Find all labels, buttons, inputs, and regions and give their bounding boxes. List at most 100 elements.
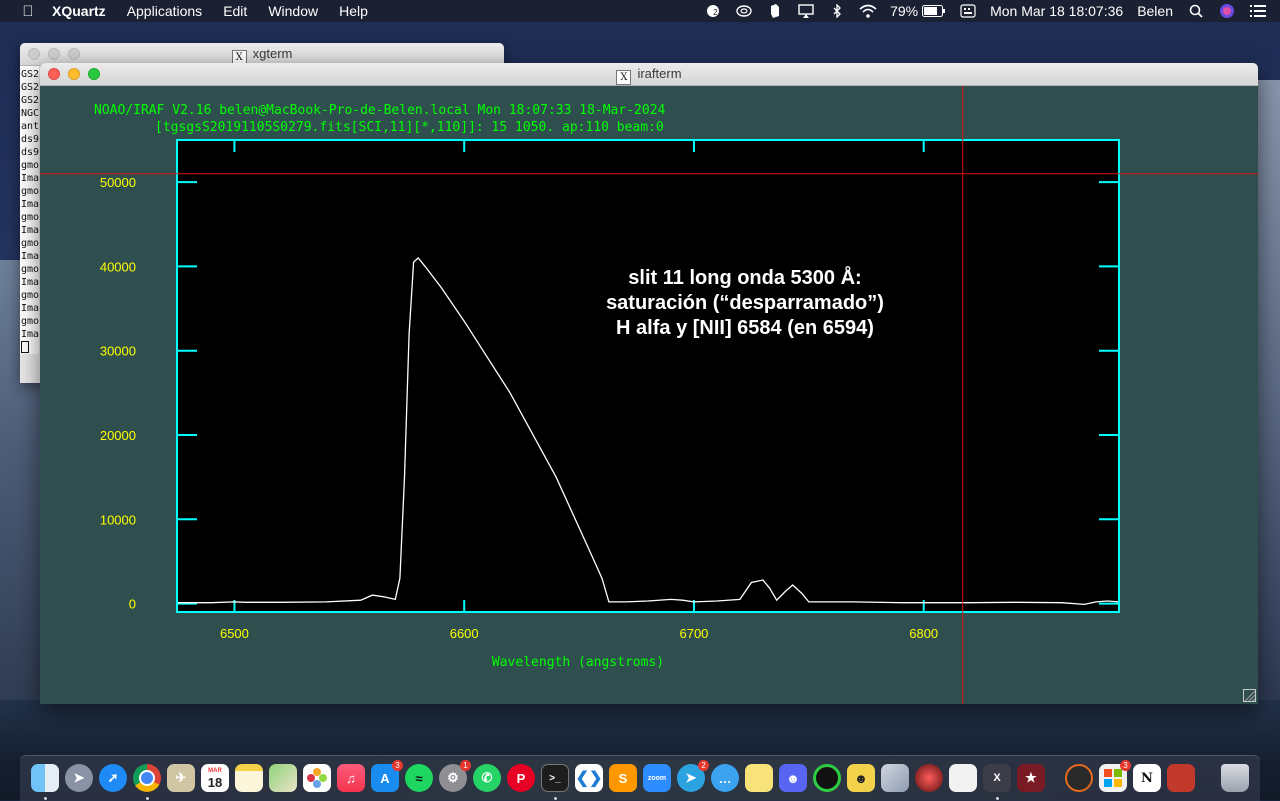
siri-icon[interactable] [1218, 3, 1236, 19]
notes-icon[interactable] [235, 764, 263, 792]
telescope-app-icon[interactable]: ★ [1017, 764, 1045, 792]
menu-edit[interactable]: Edit [223, 3, 247, 19]
whatsapp-icon[interactable]: ✆ [473, 764, 501, 792]
galaxy-app-icon[interactable] [915, 764, 943, 792]
maps-icon[interactable] [269, 764, 297, 792]
terminal-line: gmo [21, 264, 39, 275]
battery-icon[interactable] [922, 3, 946, 19]
menubar-user[interactable]: Belen [1137, 3, 1173, 19]
telegram-badge: 2 [698, 760, 709, 771]
terminal-line: Ima [21, 173, 39, 184]
irafterm-title: Xirafterm [40, 63, 1258, 85]
safari-icon[interactable]: ➚ [99, 764, 127, 792]
calendar-month: MAR [208, 767, 222, 774]
menu-applications[interactable]: Applications [127, 3, 203, 19]
messages-icon[interactable]: … [711, 764, 739, 792]
menubar-clock[interactable]: Mon Mar 18 18:07:36 [990, 3, 1123, 19]
y-tick-label: 50000 [100, 175, 136, 190]
notification-center-icon[interactable] [1249, 3, 1267, 19]
app-store-badge: 3 [392, 760, 403, 771]
notion-icon[interactable]: N [1133, 764, 1161, 792]
annotation-line-1: slit 11 long onda 5300 Å: [628, 265, 861, 289]
terminal-line: gmo [21, 212, 39, 223]
evernote-icon[interactable] [766, 3, 784, 19]
cat-app-icon[interactable]: ☻ [847, 764, 875, 792]
stickies-icon[interactable] [745, 764, 773, 792]
iraf-header-line-2: [tgsgsS20191105S0279.fits[SCI,11][*,110]… [155, 120, 664, 135]
battery-percent: 79% [890, 3, 919, 19]
spotify-icon[interactable]: ≈ [405, 764, 433, 792]
zoom-icon[interactable]: zoom [643, 764, 671, 792]
music-icon[interactable]: ♫ [337, 764, 365, 792]
terminal-line: Ima [21, 303, 39, 314]
trash-icon[interactable] [1221, 764, 1249, 792]
sublime-text-icon[interactable]: S [609, 764, 637, 792]
wifi-icon[interactable] [859, 3, 877, 19]
creative-cloud-badge: 2 [713, 8, 718, 17]
bluetooth-icon[interactable] [828, 3, 846, 19]
ds9-icon[interactable] [813, 764, 841, 792]
spotlight-search-icon[interactable] [1187, 3, 1205, 19]
plot-area[interactable] [177, 140, 1119, 612]
iraf-header-line-1: NOAO/IRAF V2.16 belen@MacBook-Pro-de-Bel… [94, 103, 666, 118]
y-tick-label: 20000 [100, 428, 136, 443]
terminal-line: Ima [21, 199, 39, 210]
terminal-line: GS2 [21, 82, 39, 93]
annotation-line-2: saturación (“desparramado”) [606, 292, 884, 314]
terminal-cursor-line [21, 341, 39, 354]
finder-icon[interactable] [31, 764, 59, 792]
pinterest-badge: 1 [460, 760, 471, 771]
terminal-line: GS2 [21, 95, 39, 106]
y-tick-labels: 0 10000 20000 30000 40000 50000 [100, 175, 136, 611]
terminal-line: gmo [21, 186, 39, 197]
chrome-icon[interactable] [133, 764, 161, 792]
menu-window[interactable]: Window [268, 3, 318, 19]
mail-icon[interactable]: ✈ [167, 764, 195, 792]
microsoft-badge: 3 [1120, 760, 1131, 771]
x-tick-label: 6800 [909, 626, 938, 641]
irafterm-window[interactable]: Xirafterm NOAO/IRAF V2.16 belen@MacBook-… [40, 63, 1258, 704]
apple-menu-icon[interactable]:  [18, 3, 38, 20]
xgterm-title: Xxgterm [20, 43, 504, 65]
terminal-line: gmo [21, 238, 39, 249]
textedit-icon[interactable] [949, 764, 977, 792]
terminal-icon[interactable]: >_ [541, 764, 569, 792]
calendar-icon[interactable]: MAR 18 [201, 764, 229, 792]
grid-app-icon[interactable] [881, 764, 909, 792]
resize-grip-icon[interactable] [1243, 689, 1256, 702]
terminal-line: gmo [21, 290, 39, 301]
airplay-icon[interactable] [797, 3, 815, 19]
xquartz-icon[interactable]: X [983, 764, 1011, 792]
terminal-line: GS2 [21, 69, 39, 80]
terminal-line: Ima [21, 277, 39, 288]
pinterest-icon[interactable]: P [507, 764, 535, 792]
terminal-line: Ima [21, 251, 39, 262]
creative-cloud-icon[interactable]: 2 [704, 3, 722, 19]
terminal-line: ds9 [21, 134, 39, 145]
y-tick-label: 10000 [100, 512, 136, 527]
annotation-line-3: H alfa y [NII] 6584 (en 6594) [616, 317, 874, 339]
discord-icon[interactable]: ☻ [779, 764, 807, 792]
menu-help[interactable]: Help [339, 3, 368, 19]
x-tick-label: 6600 [450, 626, 479, 641]
xgterm-text[interactable]: GS2 GS2 GS2 NGC ant ds9 ds9 gmo Ima gmo … [20, 66, 39, 354]
wallpaper-ridge [0, 700, 1280, 760]
dock: ➤ ➚ ✈ MAR 18 ♫ A 3 ≈ ⚙ ✆ P 1 >_ ❮❯ S zoo… [20, 755, 1260, 801]
x11-icon: X [616, 70, 632, 85]
terminal-cursor [21, 341, 29, 353]
terminal-line: ds9 [21, 147, 39, 158]
input-menu-icon[interactable] [959, 3, 977, 19]
drive-icon[interactable] [735, 3, 753, 19]
y-tick-label: 0 [129, 597, 136, 612]
launchpad-icon[interactable]: ➤ [65, 764, 93, 792]
terminal-line: Ima [21, 329, 39, 340]
vscode-icon[interactable]: ❮❯ [575, 764, 603, 792]
photos-icon[interactable] [303, 764, 331, 792]
spectrum-plot[interactable]: NOAO/IRAF V2.16 belen@MacBook-Pro-de-Bel… [40, 86, 1258, 704]
irafterm-titlebar[interactable]: Xirafterm [40, 63, 1258, 86]
slicer-app-icon[interactable] [1065, 764, 1093, 792]
y-tick-label: 40000 [100, 259, 136, 274]
x-axis-label: Wavelength (angstroms) [492, 655, 664, 670]
app-menu[interactable]: XQuartz [52, 3, 106, 19]
photo-booth-icon[interactable] [1167, 764, 1195, 792]
